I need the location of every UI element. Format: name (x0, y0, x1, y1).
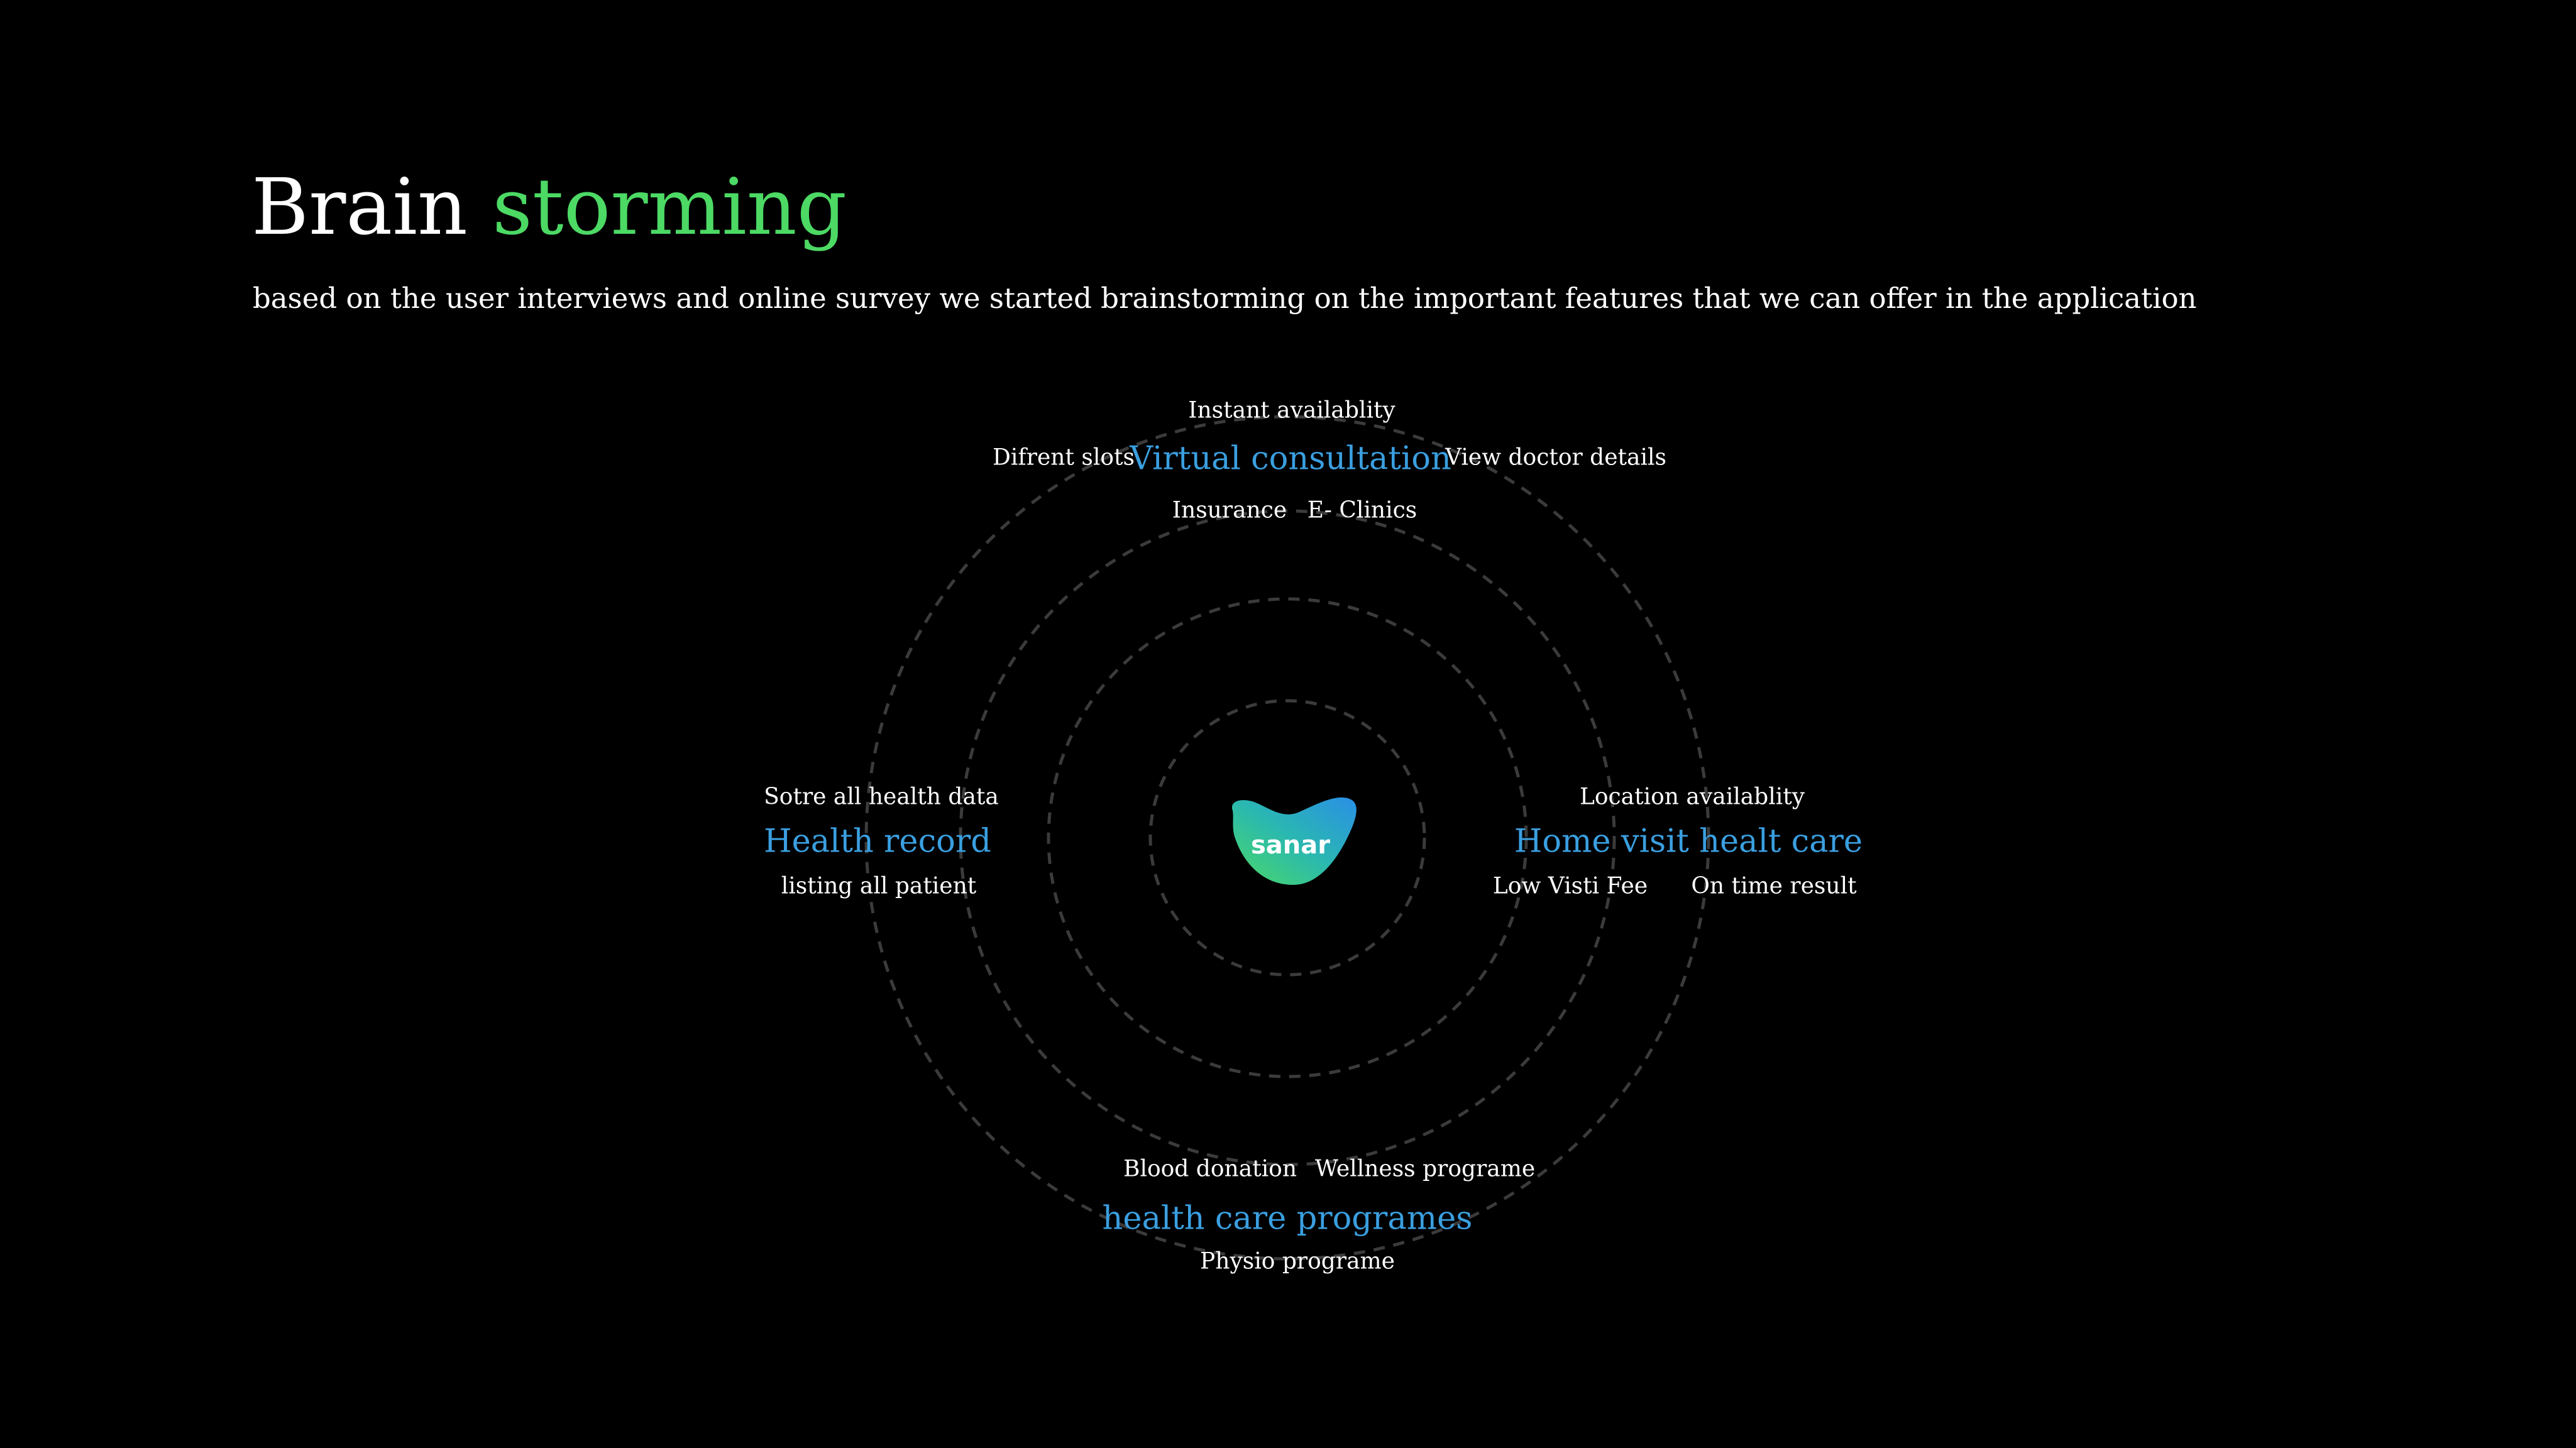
virtual-consultation-title: Virtual consultation (1130, 440, 1451, 478)
record-bottom-label: listing all patient (781, 873, 977, 899)
sanar-logo-icon: sanar (1231, 797, 1357, 885)
programs-blood-label: Blood donation (1123, 1156, 1297, 1182)
virtual-eclinics-label: E- Clinics (1307, 497, 1417, 524)
virtual-right-label: View doctor details (1445, 444, 1666, 471)
health-record-title: Health record (764, 823, 991, 860)
home-result-label: On time result (1691, 873, 1857, 899)
virtual-left-label: Difrent slots (993, 444, 1135, 471)
logo-text: sanar (1251, 831, 1330, 860)
programs-wellness-label: Wellness programe (1314, 1156, 1536, 1182)
programs-physio-label: Physio programe (1200, 1248, 1395, 1275)
virtual-top-label: Instant availablity (1188, 397, 1395, 424)
home-visit-title: Home visit healt care (1514, 823, 1863, 860)
virtual-insurance-label: Insurance (1172, 497, 1287, 524)
home-top-label: Location availablity (1579, 784, 1805, 810)
health-care-programes-title: health care programes (1102, 1200, 1473, 1237)
record-top-label: Sotre all health data (764, 784, 999, 810)
home-fee-label: Low Visti Fee (1492, 873, 1648, 899)
